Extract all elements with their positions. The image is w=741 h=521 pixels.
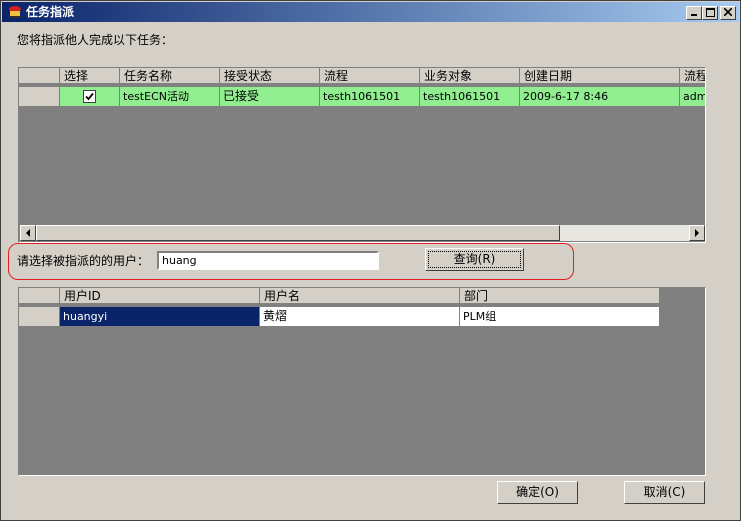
horizontal-scrollbar[interactable] [20, 225, 705, 241]
grid-corner [19, 68, 60, 84]
status-cell[interactable]: 已接受 [220, 87, 320, 107]
maximize-icon [705, 8, 715, 17]
app-icon [9, 6, 21, 18]
maximize-button[interactable] [702, 6, 718, 20]
window-title: 任务指派 [26, 5, 75, 19]
user-id-cell[interactable]: huangyi [60, 307, 260, 327]
query-button-label: 查询(R) [428, 251, 521, 268]
col-header-created[interactable]: 创建日期 [520, 68, 680, 84]
title-bar[interactable]: 任务指派 [2, 2, 739, 22]
col-header-process[interactable]: 流程 [320, 68, 420, 84]
task-name-cell[interactable]: testECN活动 [120, 87, 220, 107]
col-header-user-name[interactable]: 用户名 [260, 288, 460, 304]
business-object-cell[interactable]: testh1061501 [420, 87, 520, 107]
process-owner-cell[interactable]: admi [680, 87, 705, 107]
select-cell[interactable] [60, 87, 120, 107]
ok-button[interactable]: 确定(O) [497, 481, 578, 504]
user-name-cell[interactable]: 黄熠 [260, 307, 460, 327]
arrow-right-icon [695, 229, 699, 237]
select-checkbox[interactable] [83, 90, 96, 103]
query-button[interactable]: 查询(R) [425, 248, 524, 271]
minimize-button[interactable] [686, 6, 702, 20]
col-header-department[interactable]: 部门 [460, 288, 660, 304]
col-header-business-object[interactable]: 业务对象 [420, 68, 520, 84]
close-icon [724, 8, 732, 16]
col-header-process-owner[interactable]: 流程 [680, 68, 705, 84]
row-header[interactable] [19, 307, 60, 327]
grid-corner [19, 288, 60, 304]
scroll-right-button[interactable] [689, 225, 705, 241]
scroll-left-button[interactable] [20, 225, 36, 241]
minimize-icon [691, 14, 697, 16]
process-cell[interactable]: testh1061501 [320, 87, 420, 107]
col-header-status[interactable]: 接受状态 [220, 68, 320, 84]
task-assign-window: 任务指派 您将指派他人完成以下任务： 选择 任务名称 接受状态 流程 业务对象 … [0, 0, 741, 521]
scroll-thumb[interactable] [36, 225, 560, 241]
col-header-task-name[interactable]: 任务名称 [120, 68, 220, 84]
user-grid[interactable]: 用户ID 用户名 部门 huangyi 黄熠 PLM组 [18, 287, 706, 476]
arrow-left-icon [26, 229, 30, 237]
instruction-text: 您将指派他人完成以下任务： [17, 33, 174, 47]
created-cell[interactable]: 2009-6-17 8:46 [520, 87, 680, 107]
task-grid[interactable]: 选择 任务名称 接受状态 流程 业务对象 创建日期 流程 testECN活动 已… [18, 67, 706, 243]
user-search-label: 请选择被指派的的用户： [17, 254, 150, 268]
cancel-button[interactable]: 取消(C) [624, 481, 705, 504]
user-search-input[interactable]: huang [157, 251, 379, 270]
col-header-select[interactable]: 选择 [60, 68, 120, 84]
col-header-user-id[interactable]: 用户ID [60, 288, 260, 304]
close-button[interactable] [720, 6, 736, 20]
row-header[interactable] [19, 87, 60, 107]
department-cell[interactable]: PLM组 [460, 307, 660, 327]
